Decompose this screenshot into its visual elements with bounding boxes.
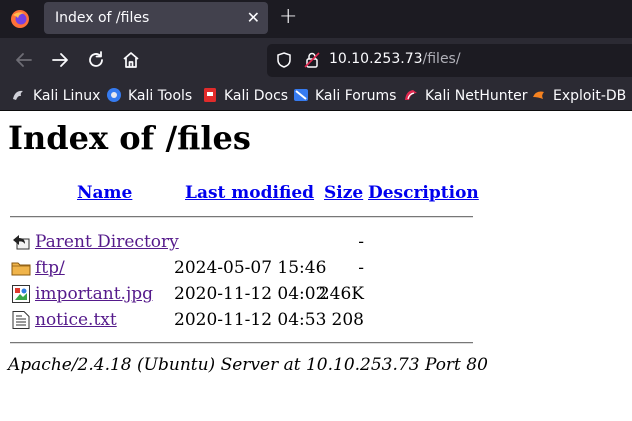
row-name-link[interactable]: ftp/ [35, 258, 65, 278]
insecure-lock-icon[interactable] [303, 51, 321, 69]
kali-dragon-icon [13, 90, 23, 100]
row-name-link[interactable]: Parent Directory [35, 232, 179, 252]
page-title: Index of /files [8, 119, 251, 157]
bookmark-label: Kali Tools [128, 88, 193, 104]
new-tab-button[interactable]: + [279, 4, 297, 29]
bookmark-label: Exploit-DB [553, 88, 627, 104]
column-header-name[interactable]: Name [77, 183, 132, 203]
divider [10, 342, 473, 344]
bookmark-kali-docs[interactable]: Kali Docs [202, 87, 288, 104]
bookmark-exploit-db[interactable]: Exploit-DB [531, 87, 626, 104]
kali-forums-icon [294, 89, 308, 101]
image-file-icon [12, 285, 30, 303]
column-header-size[interactable]: Size [324, 183, 363, 203]
folder-icon [11, 262, 31, 276]
nav-bar: 10.10.253.73/files/ [0, 38, 632, 83]
row-size: 246K [318, 284, 364, 304]
row-name-link[interactable]: important.jpg [35, 284, 153, 304]
bookmarks-toolbar: Kali Linux Kali Tools Kali Docs Kali For… [0, 83, 632, 111]
page-content: Index of /files Name Last modified Size … [0, 111, 632, 421]
kali-tools-icon [107, 88, 121, 102]
bookmark-kali-forums[interactable]: Kali Forums [293, 87, 396, 104]
bookmark-label: Kali Forums [315, 88, 397, 104]
tab-title: Index of /files [55, 10, 150, 26]
bookmark-kali-linux[interactable]: Kali Linux [11, 87, 100, 104]
bookmark-label: Kali NetHunter [425, 88, 528, 104]
active-tab[interactable]: Index of /files ✕ [44, 2, 268, 34]
row-size: - [358, 258, 364, 278]
row-name-link[interactable]: notice.txt [35, 310, 117, 330]
row-size: - [358, 232, 364, 252]
tracking-shield-icon[interactable] [275, 51, 293, 69]
forward-icon[interactable] [49, 49, 71, 71]
back-icon[interactable] [13, 49, 35, 71]
text-file-icon [12, 311, 30, 329]
exploit-db-icon [533, 91, 544, 99]
url-text[interactable]: 10.10.253.73/files/ [329, 51, 461, 67]
url-path: /files/ [422, 51, 461, 67]
tab-bar: Index of /files ✕ + [0, 0, 632, 38]
kali-nethunter-icon [405, 90, 417, 100]
bookmark-label: Kali Linux [33, 88, 101, 104]
kali-docs-icon [204, 88, 216, 102]
home-icon[interactable] [120, 49, 142, 71]
firefox-icon[interactable] [10, 9, 30, 29]
back-arrow-icon [13, 235, 30, 250]
row-size: 208 [331, 310, 364, 330]
bookmark-label: Kali Docs [224, 88, 289, 104]
bookmark-kali-tools[interactable]: Kali Tools [106, 87, 192, 104]
divider [10, 216, 473, 218]
url-host: 10.10.253.73 [329, 51, 423, 67]
url-bar[interactable]: 10.10.253.73/files/ [267, 44, 632, 77]
bookmark-kali-nethunter[interactable]: Kali NetHunter [403, 87, 527, 104]
server-signature: Apache/2.4.18 (Ubuntu) Server at 10.10.2… [8, 355, 488, 375]
close-tab-icon[interactable]: ✕ [247, 8, 260, 27]
reload-icon[interactable] [85, 49, 107, 71]
column-header-description[interactable]: Description [368, 183, 479, 203]
column-header-last-modified[interactable]: Last modified [185, 183, 314, 203]
